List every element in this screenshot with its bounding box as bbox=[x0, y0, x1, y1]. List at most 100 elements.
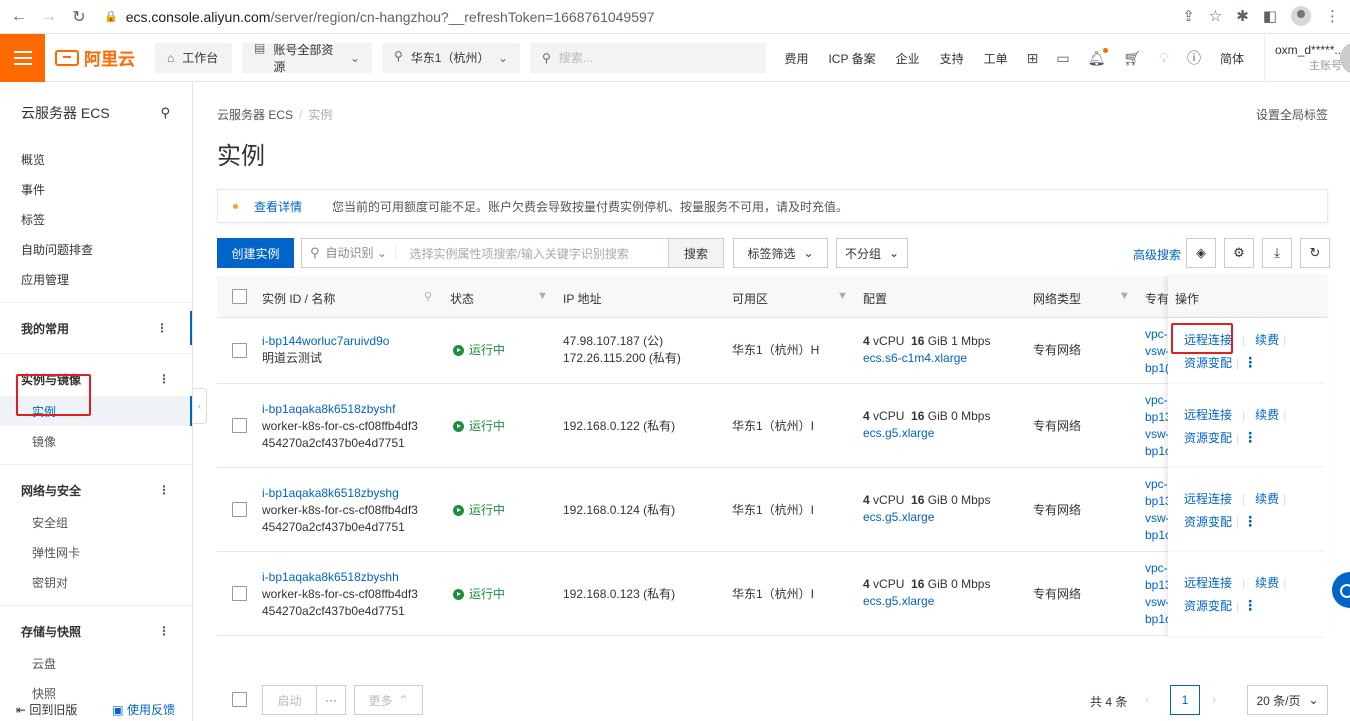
row-checkbox[interactable] bbox=[232, 418, 247, 433]
more-vertical-icon[interactable]: ⋮ bbox=[1243, 429, 1257, 446]
browser-menu-icon[interactable]: ⋮ bbox=[1325, 7, 1340, 25]
nav-icp[interactable]: ICP 备案 bbox=[818, 50, 885, 67]
resource-select[interactable]: ▤ 账号全部资源 ⌄ bbox=[242, 41, 372, 74]
group-by-select[interactable]: 不分组 ⌄ bbox=[836, 238, 908, 268]
floating-help-button[interactable] bbox=[1332, 572, 1350, 608]
lightbulb-icon[interactable]: 💡︎ bbox=[1150, 50, 1178, 67]
reload-icon[interactable]: ↻ bbox=[68, 6, 90, 28]
cart-icon[interactable]: 🛒︎ bbox=[1114, 50, 1150, 67]
sidebar-item-overview[interactable]: 概览 bbox=[0, 144, 192, 174]
bell-icon[interactable]: 🔔︎ bbox=[1079, 47, 1115, 67]
row-checkbox[interactable] bbox=[232, 502, 247, 517]
search-icon[interactable]: ⚲ bbox=[424, 290, 432, 303]
select-all-checkbox[interactable] bbox=[232, 289, 247, 304]
search-button[interactable]: 搜索 bbox=[669, 238, 724, 268]
instance-id-link[interactable]: i-bp1aqaka8k6518zbyshg bbox=[262, 485, 418, 502]
filter-icon[interactable]: ▼ bbox=[837, 290, 848, 302]
sidebar-group-network[interactable]: 网络与安全 ⋮ bbox=[0, 473, 192, 507]
nav-support[interactable]: 支持 bbox=[930, 50, 974, 67]
tag-filter-button[interactable]: 标签筛选 ⌄ bbox=[733, 238, 828, 268]
start-button[interactable]: 启动 bbox=[262, 685, 317, 715]
help-icon[interactable]: ⓘ bbox=[1178, 48, 1210, 68]
search-mode-select[interactable]: 自动识别 ⌄ bbox=[326, 245, 396, 261]
more-vertical-icon[interactable]: ⋮ bbox=[156, 321, 168, 335]
instance-search-input[interactable]: ⚲ 自动识别 ⌄ 选择实例属性项搜索/输入关键字识别搜索 bbox=[301, 238, 669, 268]
extensions-icon[interactable]: ✱ bbox=[1236, 7, 1249, 25]
vpc-link[interactable]: vpc- bbox=[1145, 326, 1170, 343]
instance-id-link[interactable]: i-bp1aqaka8k6518zbyshh bbox=[262, 569, 418, 586]
back-icon[interactable]: ← bbox=[8, 6, 30, 28]
nav-ticket[interactable]: 工单 bbox=[974, 50, 1018, 67]
more-vertical-icon[interactable]: ⋮ bbox=[158, 483, 170, 497]
user-menu[interactable]: oxm_d*****... 主账号 bbox=[1264, 34, 1350, 82]
terminal-icon[interactable]: ▭ bbox=[1047, 50, 1078, 67]
create-instance-button[interactable]: 创建实例 bbox=[217, 238, 294, 268]
advanced-search-link[interactable]: 高级搜索 bbox=[1133, 246, 1181, 263]
sidebar-item-apps[interactable]: 应用管理 bbox=[0, 264, 192, 294]
region-select[interactable]: ⚲ 华东1（杭州） ⌄ bbox=[382, 42, 520, 73]
instance-type-link[interactable]: ecs.g5.xlarge bbox=[863, 593, 990, 610]
sidebar-item-disks[interactable]: 云盘 bbox=[0, 648, 192, 678]
menu-icon[interactable] bbox=[0, 33, 45, 82]
star-icon[interactable]: ☆ bbox=[1209, 7, 1222, 25]
notice-details-link[interactable]: 查看详情 bbox=[254, 198, 302, 215]
sidebar-item-events[interactable]: 事件 bbox=[0, 174, 192, 204]
vpc-id-link[interactable]: bp1( bbox=[1145, 360, 1170, 377]
more-vertical-icon[interactable]: ⋮ bbox=[1243, 597, 1257, 614]
sidebar-item-images[interactable]: 镜像 bbox=[0, 426, 192, 456]
more-vertical-icon[interactable]: ⋮ bbox=[158, 372, 170, 386]
forward-icon[interactable]: → bbox=[38, 6, 60, 28]
nav-fees[interactable]: 费用 bbox=[774, 50, 818, 67]
nav-enterprise[interactable]: 企业 bbox=[886, 50, 930, 67]
profile-avatar[interactable] bbox=[1291, 6, 1311, 26]
vsw-link[interactable]: vsw- bbox=[1145, 343, 1170, 360]
sidebar-collapse-button[interactable]: ‹ bbox=[193, 388, 207, 424]
renew-link[interactable]: 续费 bbox=[1255, 490, 1279, 507]
remote-connect-link[interactable]: 远程连接 bbox=[1184, 574, 1232, 591]
remote-connect-link[interactable]: 远程连接 bbox=[1184, 406, 1232, 423]
aliyun-logo[interactable]: 阿里云 bbox=[55, 45, 145, 70]
sidepanel-icon[interactable]: ◧ bbox=[1263, 7, 1277, 25]
more-vertical-icon[interactable]: ⋮ bbox=[1243, 513, 1257, 530]
address-bar[interactable]: 🔒 ecs.console.aliyun.com/server/region/c… bbox=[104, 9, 655, 25]
instance-type-link[interactable]: ecs.s6-c1m4.xlarge bbox=[863, 350, 990, 367]
next-page-icon[interactable]: › bbox=[1212, 692, 1216, 706]
sidebar-item-keypairs[interactable]: 密钥对 bbox=[0, 567, 192, 597]
sidebar-item-security-groups[interactable]: 安全组 bbox=[0, 507, 192, 537]
current-page-button[interactable]: 1 bbox=[1170, 685, 1200, 715]
share-icon[interactable]: ⇪ bbox=[1182, 7, 1195, 25]
chip-icon[interactable]: ⊞ bbox=[1018, 50, 1048, 67]
instance-type-link[interactable]: ecs.g5.xlarge bbox=[863, 425, 990, 442]
sidebar-item-eni[interactable]: 弹性网卡 bbox=[0, 537, 192, 567]
more-vertical-icon[interactable]: ⋮ bbox=[158, 624, 170, 638]
sidebar-group-favorites[interactable]: 我的常用 ⋮ bbox=[0, 311, 192, 345]
prev-page-icon[interactable]: ‹ bbox=[1145, 692, 1149, 706]
instance-type-link[interactable]: ecs.g5.xlarge bbox=[863, 509, 990, 526]
global-search-input[interactable]: ⚲ 搜索... bbox=[530, 42, 766, 73]
filter-icon[interactable]: ▼ bbox=[537, 290, 548, 302]
back-to-old-version[interactable]: ⇤ 回到旧版 bbox=[16, 701, 77, 718]
renew-link[interactable]: 续费 bbox=[1255, 331, 1279, 348]
layers-icon[interactable]: ◈ bbox=[1186, 238, 1216, 268]
instance-id-link[interactable]: i-bp144worluc7aruivd9o bbox=[262, 333, 389, 350]
sidebar-group-storage[interactable]: 存储与快照 ⋮ bbox=[0, 614, 192, 648]
row-checkbox[interactable] bbox=[232, 343, 247, 358]
language-switch[interactable]: 简体 bbox=[1210, 50, 1254, 67]
renew-link[interactable]: 续费 bbox=[1255, 406, 1279, 423]
sidebar-item-tags[interactable]: 标签 bbox=[0, 204, 192, 234]
breadcrumb-root[interactable]: 云服务器 ECS bbox=[217, 108, 293, 122]
search-icon[interactable]: ⚲ bbox=[160, 105, 170, 121]
page-size-select[interactable]: 20 条/页 ⌄ bbox=[1247, 685, 1328, 715]
remote-connect-link[interactable]: 远程连接 bbox=[1184, 490, 1232, 507]
workbench-button[interactable]: ⌂ 工作台 bbox=[155, 42, 232, 73]
instance-id-link[interactable]: i-bp1aqaka8k6518zbyshf bbox=[262, 401, 418, 418]
refresh-icon[interactable]: ↻ bbox=[1300, 238, 1330, 268]
footer-select-all-checkbox[interactable] bbox=[232, 692, 247, 707]
change-config-link[interactable]: 资源变配 bbox=[1184, 597, 1232, 614]
more-actions-dots-button[interactable]: ··· bbox=[316, 685, 346, 715]
feedback-link[interactable]: ▣ 使用反馈 bbox=[112, 701, 175, 718]
global-tag-link[interactable]: 设置全局标签 bbox=[1256, 106, 1328, 123]
change-config-link[interactable]: 资源变配 bbox=[1184, 429, 1232, 446]
change-config-link[interactable]: 资源变配 bbox=[1184, 513, 1232, 530]
more-vertical-icon[interactable]: ⋮ bbox=[1243, 354, 1257, 371]
